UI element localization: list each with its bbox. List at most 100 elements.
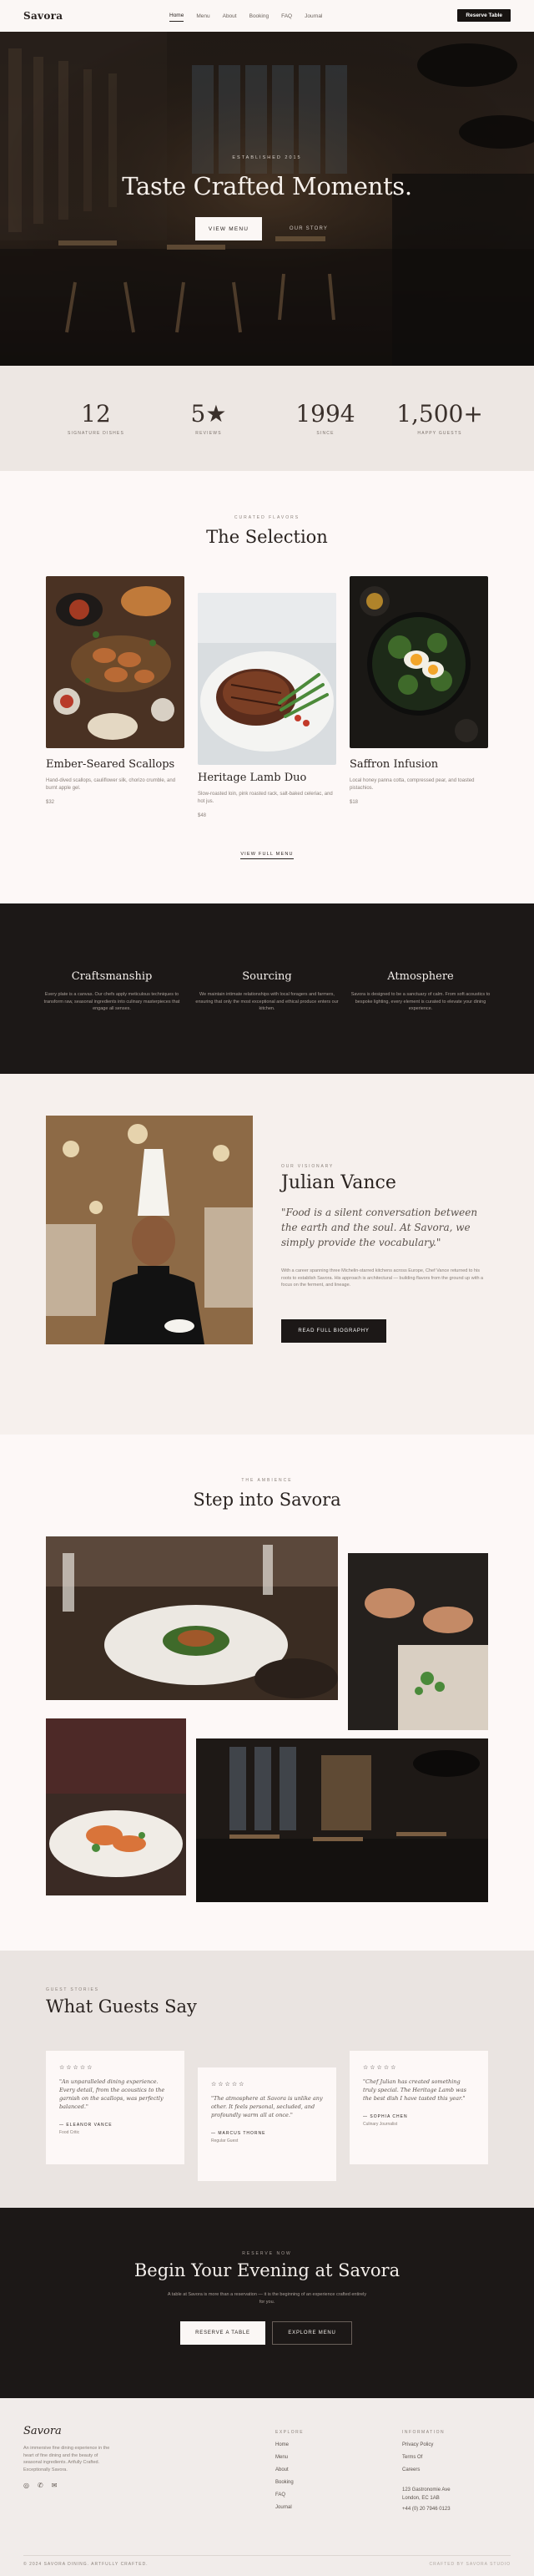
selection-section: CURATED FLAVORS The Selection Ember-Sear… — [0, 471, 534, 903]
footer-address-line: 123 Gastronomie Ave — [402, 2487, 451, 2492]
footer-explore-column: EXPLORE Home Menu About Booking FAQ Jour… — [275, 2430, 304, 2510]
rating-stars: ☆☆☆☆☆ — [211, 2082, 246, 2088]
nav-link-booking[interactable]: Booking — [249, 11, 270, 22]
gallery-eyebrow: THE AMBIENCE — [241, 1478, 293, 1483]
footer-explore-heading: EXPLORE — [275, 2430, 305, 2435]
social-links: ◎ ✆ ✉ — [23, 2482, 57, 2489]
stat-label: REVIEWS — [195, 431, 222, 436]
site-footer: Savora An immersive fine dining experien… — [0, 2398, 534, 2576]
footer-link-careers[interactable]: Careers — [402, 2467, 451, 2472]
selection-eyebrow: CURATED FLAVORS — [234, 515, 300, 520]
footer-info-heading: INFORMATION — [402, 2430, 446, 2435]
footer-credit: CRAFTED BY SAVORA STUDIO — [429, 2562, 511, 2567]
gallery-dining-room-image — [196, 1738, 488, 1902]
footer-logo[interactable]: Savora — [23, 2425, 62, 2437]
nav-link-about[interactable]: About — [223, 11, 237, 22]
site-logo[interactable]: Savora — [23, 10, 63, 22]
gallery-salmon-image — [46, 1718, 186, 1895]
nav-link-faq[interactable]: FAQ — [281, 11, 292, 22]
dish-card[interactable]: Ember-Seared Scallops Hand-dived scallop… — [46, 576, 184, 805]
stat-value: 1994 — [295, 400, 355, 428]
footer-copyright: © 2024 SAVORA DINING. ARTFULLY CRAFTED. — [23, 2562, 149, 2567]
testimonial-author: — MARCUS THORNE — [211, 2131, 266, 2136]
dish-description: Hand-dived scallops, cauliflower silk, c… — [46, 778, 176, 791]
nav-links: Home Menu About Booking FAQ Journal — [169, 0, 322, 32]
phone-icon[interactable]: ✆ — [38, 2482, 43, 2489]
testimonial-card: ☆☆☆☆☆ "Chef Julian has created something… — [350, 2051, 488, 2164]
dish-description: Local honey panna cotta, compressed pear… — [350, 778, 475, 791]
nav-link-journal[interactable]: Journal — [305, 11, 322, 22]
view-full-menu-link[interactable]: VIEW FULL MENU — [0, 852, 534, 859]
philosophy-craftsmanship: Craftsmanship Every plate is a canvas. O… — [37, 970, 187, 1013]
chef-eyebrow: OUR VISIONARY — [281, 1164, 335, 1169]
footer-address-line: London, EC 1AB — [402, 2496, 440, 2501]
footer-phone[interactable]: +44 (0) 20 7946 0123 — [402, 2507, 451, 2512]
footer-link-menu[interactable]: Menu — [275, 2455, 304, 2460]
chef-portrait — [46, 1116, 253, 1344]
dish-name: Saffron Infusion — [350, 758, 439, 771]
testimonial-author: — SOPHIA CHEN — [363, 2114, 408, 2119]
philosophy-section: Craftsmanship Every plate is a canvas. O… — [0, 903, 534, 1074]
testimonials-title: What Guests Say — [46, 1997, 197, 2017]
stat-value: 12 — [81, 400, 111, 428]
footer-link-faq[interactable]: FAQ — [275, 2492, 304, 2498]
dish-card[interactable]: Heritage Lamb Duo Slow-roasted loin, pin… — [198, 576, 336, 818]
saffron-image — [350, 576, 488, 748]
footer-link-home[interactable]: Home — [275, 2442, 304, 2447]
dish-name: Heritage Lamb Duo — [198, 772, 307, 784]
testimonial-quote: "An unparalleled dining experience. Ever… — [59, 2078, 165, 2110]
footer-link-terms[interactable]: Terms Of — [402, 2455, 451, 2460]
cta-text: A table at Savora is more than a reserva… — [167, 2292, 367, 2305]
rating-stars: ☆☆☆☆☆ — [59, 2065, 94, 2071]
philosophy-atmosphere: Atmosphere Savora is designed to be a sa… — [345, 970, 496, 1013]
dish-photo-lamb — [198, 593, 336, 765]
dish-card[interactable]: Saffron Infusion Local honey panna cotta… — [350, 576, 488, 805]
testimonial-role: Food Critic — [59, 2130, 80, 2135]
reservation-cta-section: RESERVE NOW Begin Your Evening at Savora… — [0, 2208, 534, 2398]
explore-menu-button[interactable]: EXPLORE MENU — [272, 2321, 352, 2345]
dish-price: $48 — [198, 813, 207, 818]
reserve-a-table-button[interactable]: RESERVE A TABLE — [180, 2321, 265, 2345]
testimonial-role: Culinary Journalist — [363, 2122, 398, 2127]
nav-link-menu[interactable]: Menu — [196, 11, 209, 22]
chef-bio: With a career spanning three Michelin-st… — [281, 1268, 484, 1288]
footer-link-privacy[interactable]: Privacy Policy — [402, 2442, 451, 2447]
view-menu-button[interactable]: VIEW MENU — [195, 217, 262, 240]
email-icon[interactable]: ✉ — [52, 2482, 58, 2489]
dish-description: Slow-roasted loin, pink roasted rack, sa… — [198, 792, 333, 804]
lamb-image — [198, 593, 336, 765]
dish-price: $32 — [46, 800, 55, 805]
gallery-title: Step into Savora — [193, 1490, 341, 1510]
instagram-icon[interactable]: ◎ — [23, 2482, 29, 2489]
testimonial-card: ☆☆☆☆☆ "An unparalleled dining experience… — [46, 2051, 184, 2164]
footer-link-journal[interactable]: Journal — [275, 2505, 304, 2510]
stat-guests: 1,500+ HAPPY GUESTS — [394, 401, 486, 437]
testimonial-author: — ELEANOR VANCE — [59, 2123, 113, 2128]
gallery-plated-dish-image — [46, 1536, 338, 1700]
reserve-table-button[interactable]: Reserve Table — [457, 9, 511, 22]
chef-name: Julian Vance — [281, 1172, 396, 1193]
chef-quote: "Food is a silent conversation between t… — [281, 1207, 478, 1248]
footer-about: An immersive fine dining experience in t… — [23, 2446, 110, 2472]
view-full-menu-label[interactable]: VIEW FULL MENU — [240, 852, 294, 859]
nav-link-home[interactable]: Home — [169, 10, 184, 22]
our-story-button[interactable]: OUR STORY — [275, 217, 342, 240]
philosophy-text: Savora is designed to be a sanctuary of … — [350, 992, 491, 1011]
gallery-section: THE AMBIENCE Step into Savora — [0, 1435, 534, 1951]
testimonial-quote: "The atmosphere at Savora is unlike any … — [211, 2095, 323, 2118]
rating-stars: ☆☆☆☆☆ — [363, 2065, 398, 2071]
testimonial-role: Regular Guest — [211, 2138, 239, 2143]
stat-label: HAPPY GUESTS — [417, 431, 462, 436]
stat-since: 1994 SINCE — [280, 400, 371, 437]
footer-link-booking[interactable]: Booking — [275, 2480, 304, 2485]
testimonials-eyebrow: GUEST STORIES — [46, 1987, 99, 1992]
dish-price: $18 — [350, 800, 359, 805]
footer-link-about[interactable]: About — [275, 2467, 304, 2472]
stat-reviews: 5★ REVIEWS — [163, 401, 254, 437]
stats-band: 12 SIGNATURE DISHES 5★ REVIEWS 1994 SINC… — [0, 366, 534, 471]
selection-title: The Selection — [206, 527, 328, 547]
read-biography-button[interactable]: READ FULL BIOGRAPHY — [281, 1319, 386, 1343]
gallery-chef-hands-image — [348, 1553, 488, 1730]
philosophy-title: Sourcing — [242, 970, 292, 983]
chef-section: OUR VISIONARY Julian Vance "Food is a si… — [0, 1074, 534, 1435]
